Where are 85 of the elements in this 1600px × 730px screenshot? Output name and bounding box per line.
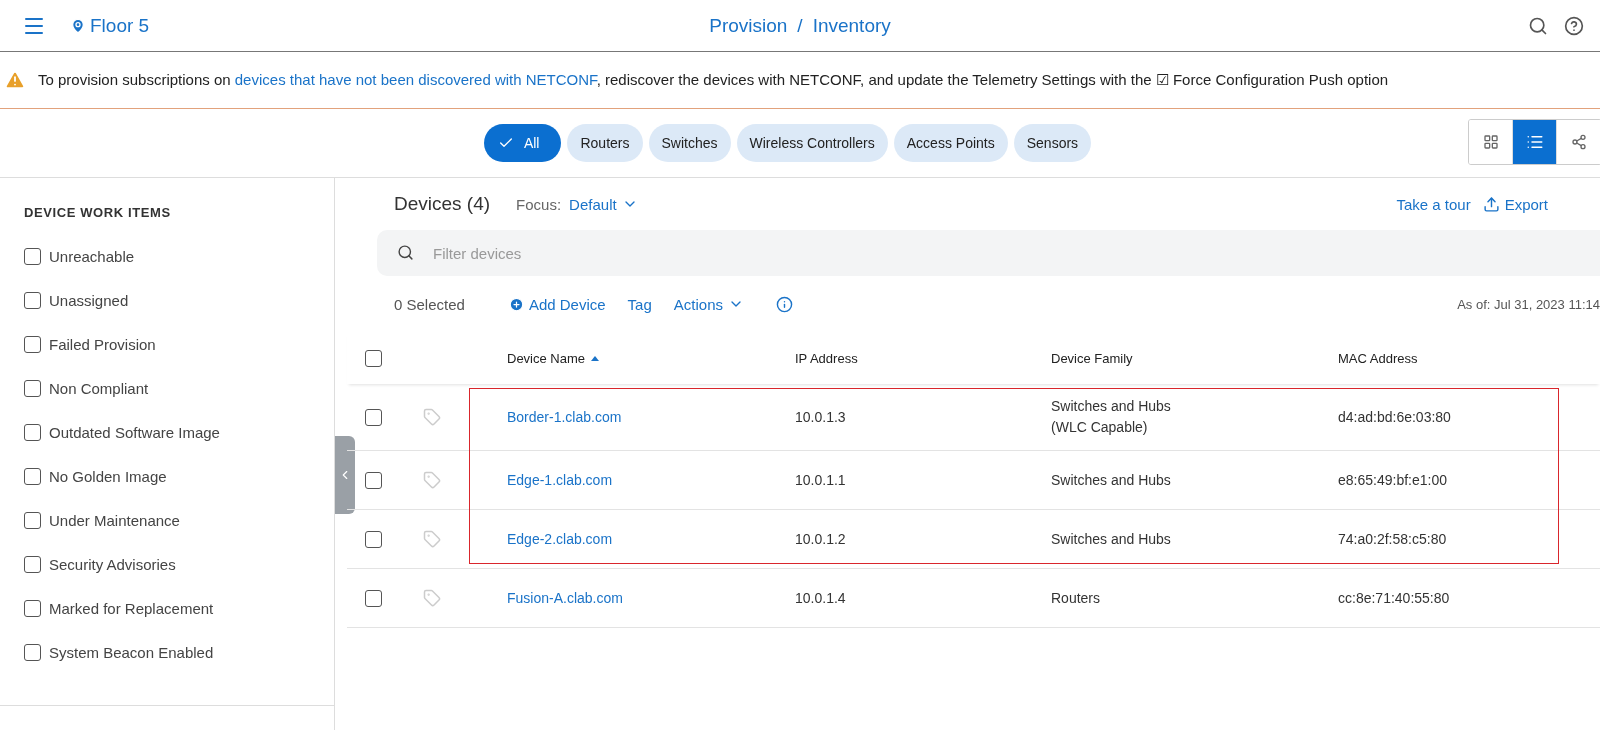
view-toggle[interactable] xyxy=(1469,120,1513,164)
filter-pill[interactable]: Wireless Controllers xyxy=(736,124,888,162)
work-item-filter[interactable]: Non Compliant xyxy=(24,366,334,410)
column-header[interactable]: IP Address xyxy=(795,351,858,366)
device-name-link[interactable]: Edge-2.clab.com xyxy=(507,531,613,547)
work-item-filter[interactable]: Marked for Replacement xyxy=(24,586,334,630)
add-device-button[interactable]: Add Device xyxy=(508,295,606,313)
filter-pill[interactable]: Switches xyxy=(648,124,731,162)
view-toggle[interactable] xyxy=(1513,120,1557,164)
work-item-filter[interactable]: No Golden Image xyxy=(24,454,334,498)
devices-link[interactable]: devices that have not been discovered with NETCONF xyxy=(234,71,597,88)
map-pin-icon xyxy=(70,17,86,34)
row-checkbox[interactable] xyxy=(365,408,382,426)
row-checkbox[interactable] xyxy=(365,471,382,489)
checkbox[interactable] xyxy=(24,335,41,353)
search-icon xyxy=(397,244,414,261)
device-name-link[interactable]: Edge-1.clab.com xyxy=(507,472,613,488)
device-name-link[interactable]: Fusion-A.clab.com xyxy=(507,590,623,606)
breadcrumb-separator: / xyxy=(797,14,803,37)
work-item-filter[interactable]: Unreachable xyxy=(24,234,334,278)
device-family: Switches and Hubs xyxy=(1051,397,1172,416)
work-item-filter[interactable]: Outdated Software Image xyxy=(24,410,334,454)
focus-dropdown[interactable]: Default xyxy=(569,195,638,213)
warning-message: To provision subscriptions on devices that have not been discovered with NETCONF, rediscover the devices with NETCONF, and update the Telemetry Settings with the ☑ Force Configuration Push option xyxy=(38,71,1389,89)
search-button[interactable] xyxy=(1528,15,1548,36)
work-item-filter[interactable]: Failed Provision xyxy=(24,322,334,366)
ip-address: 10.0.1.1 xyxy=(795,472,846,488)
column-header[interactable]: Device Family xyxy=(1051,347,1133,369)
checkbox[interactable] xyxy=(24,467,41,485)
sort-icon xyxy=(591,356,600,361)
checkbox[interactable] xyxy=(24,423,41,441)
export-button[interactable]: Export xyxy=(1482,195,1548,213)
last-updated: As of: Jul 31, 2023 11:14 xyxy=(1457,296,1600,312)
checkbox[interactable] xyxy=(24,511,41,529)
filter-pill[interactable]: Routers xyxy=(567,124,643,162)
tag-button[interactable]: Tag xyxy=(627,295,652,313)
work-item-filter[interactable]: Unassigned xyxy=(24,278,334,322)
device-family: Switches and Hubs xyxy=(1051,529,1172,549)
breadcrumb-item[interactable]: Provision xyxy=(709,14,788,37)
selected-count: 0 Selected xyxy=(394,295,465,313)
device-family: Switches and Hubs xyxy=(1051,470,1172,490)
work-item-filter[interactable]: Security Advisories xyxy=(24,542,334,586)
grid-view-icon xyxy=(1482,134,1499,150)
location-link[interactable]: Floor 5 xyxy=(70,14,150,37)
sidebar-title: DEVICE WORK ITEMS xyxy=(24,205,172,220)
breadcrumb-item[interactable]: Inventory xyxy=(812,14,891,37)
mac-address: e8:65:49:bf:e1:00 xyxy=(1338,472,1447,488)
list-view-icon xyxy=(1525,133,1544,151)
select-all-checkbox[interactable] xyxy=(365,349,382,367)
mac-address: 74:a0:2f:58:c5:80 xyxy=(1338,531,1447,547)
checkbox[interactable] xyxy=(24,379,41,397)
checkbox[interactable] xyxy=(24,555,41,573)
upload-icon xyxy=(1482,195,1500,213)
topology-view-icon xyxy=(1570,134,1587,150)
work-item-filter[interactable]: Under Maintenance xyxy=(24,498,334,542)
ip-address: 10.0.1.4 xyxy=(795,590,846,606)
warning-icon xyxy=(4,69,26,91)
checkbox[interactable] xyxy=(24,247,41,265)
ip-address: 10.0.1.3 xyxy=(795,409,846,425)
mac-address: cc:8e:71:40:55:80 xyxy=(1338,590,1450,606)
work-item-filter[interactable]: System Beacon Enabled xyxy=(24,630,334,674)
column-header[interactable]: MAC Address xyxy=(1338,351,1418,366)
filter-field[interactable]: Filter devices xyxy=(377,230,1600,276)
info-icon[interactable] xyxy=(776,295,793,313)
focus-label: Focus: xyxy=(516,195,562,213)
device-name-link[interactable]: Border-1.clab.com xyxy=(507,409,622,425)
tour-link[interactable]: Take a tour xyxy=(1396,195,1471,213)
device-family: Routers xyxy=(1051,588,1102,608)
plus-circle-icon xyxy=(508,296,524,312)
device-family: (WLC Capable) xyxy=(1051,418,1149,437)
checkbox[interactable] xyxy=(24,291,41,309)
checkbox[interactable] xyxy=(24,643,41,661)
actions-dropdown[interactable]: Actions xyxy=(673,295,744,313)
devices-title: Devices (4) xyxy=(394,193,491,215)
mac-address: d4:ad:bd:6e:03:80 xyxy=(1338,409,1451,425)
filter-pill[interactable]: Sensors xyxy=(1013,124,1092,162)
filter-pill[interactable]: Access Points xyxy=(893,124,1008,162)
help-button[interactable] xyxy=(1564,15,1584,36)
ip-address: 10.0.1.2 xyxy=(795,531,846,547)
column-header[interactable]: Device Name xyxy=(507,351,600,366)
collapse-handle[interactable] xyxy=(335,436,355,514)
filter-pill[interactable]: All xyxy=(483,124,562,162)
checkbox[interactable] xyxy=(24,599,41,617)
row-checkbox[interactable] xyxy=(365,589,382,607)
row-checkbox[interactable] xyxy=(365,530,382,548)
